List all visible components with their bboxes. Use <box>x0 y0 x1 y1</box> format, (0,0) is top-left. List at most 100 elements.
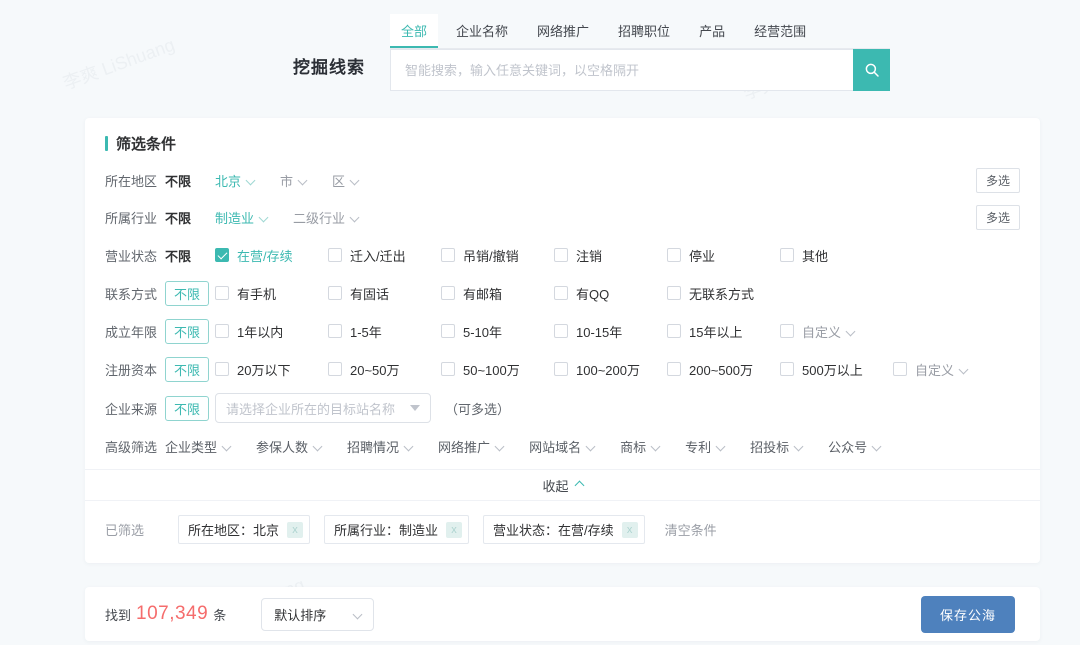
checkbox-option[interactable]: 100~200万 <box>554 360 667 379</box>
advanced-filter-dropdown[interactable]: 企业类型 <box>165 437 230 456</box>
checkbox[interactable] <box>780 324 794 338</box>
checkbox[interactable] <box>893 362 907 376</box>
unlimited-option[interactable]: 不限 <box>165 319 209 344</box>
checkbox[interactable] <box>328 248 342 262</box>
checkbox-option[interactable]: 1年以内 <box>215 322 328 341</box>
industry-multi-select-button[interactable]: 多选 <box>976 205 1020 230</box>
search-tab[interactable]: 全部 <box>390 14 438 48</box>
unlimited-option[interactable]: 不限 <box>165 174 191 189</box>
filter-tag: 营业状态：在营/存续 x <box>483 515 645 544</box>
chevron-down-icon <box>313 442 323 452</box>
checkbox[interactable] <box>215 362 229 376</box>
header: 挖掘线索 全部 企业名称 网络推广 招聘职位 产品 经营范围 <box>0 0 1080 104</box>
checkbox[interactable] <box>441 362 455 376</box>
checkbox-option[interactable]: 无联系方式 <box>667 284 780 303</box>
checkbox-option[interactable]: 在营/存续 <box>215 246 328 265</box>
unlimited-option[interactable]: 不限 <box>165 249 191 264</box>
checkbox-option[interactable]: 吊销/撤销 <box>441 246 554 265</box>
advanced-filter-dropdown[interactable]: 参保人数 <box>256 437 321 456</box>
status-options: 在营/存续 迁入/迁出 吊销/撤销 注销 <box>215 246 893 265</box>
search-button[interactable] <box>853 49 890 91</box>
checkbox[interactable] <box>780 362 794 376</box>
advanced-filter-dropdown[interactable]: 公众号 <box>828 437 880 456</box>
region-multi-select-button[interactable]: 多选 <box>976 168 1020 193</box>
save-to-pool-button[interactable]: 保存公海 <box>921 596 1015 633</box>
remove-tag-icon[interactable]: x <box>622 522 638 538</box>
checkbox[interactable] <box>441 286 455 300</box>
advanced-filter-dropdown[interactable]: 网站域名 <box>529 437 594 456</box>
remove-tag-icon[interactable]: x <box>446 522 462 538</box>
region-dropdown[interactable]: 市 <box>280 171 306 190</box>
region-dropdown[interactable]: 北京 <box>215 171 254 190</box>
checkbox[interactable] <box>441 248 455 262</box>
search-tab[interactable]: 招聘职位 <box>607 14 681 48</box>
advanced-filter-dropdown[interactable]: 商标 <box>620 437 659 456</box>
checkbox[interactable] <box>215 248 229 262</box>
checkbox-option[interactable]: 自定义 <box>780 322 893 341</box>
search-tab[interactable]: 企业名称 <box>445 14 519 48</box>
checkbox-option[interactable]: 500万以上 <box>780 360 893 379</box>
advanced-filter-dropdown[interactable]: 招投标 <box>750 437 802 456</box>
unlimited-option[interactable]: 不限 <box>165 357 209 382</box>
checkbox-option[interactable]: 停业 <box>667 246 780 265</box>
unlimited-option[interactable]: 不限 <box>165 396 209 421</box>
checkbox[interactable] <box>554 324 568 338</box>
advanced-filter-dropdown[interactable]: 网络推广 <box>438 437 503 456</box>
contact-options: 有手机 有固话 有邮箱 有QQ <box>215 284 780 303</box>
industry-dropdown[interactable]: 制造业 <box>215 208 267 227</box>
checkbox[interactable] <box>554 362 568 376</box>
checkbox[interactable] <box>554 248 568 262</box>
checkbox-option[interactable]: 5-10年 <box>441 322 554 341</box>
checkbox[interactable] <box>667 286 681 300</box>
industry-dropdown[interactable]: 二级行业 <box>293 208 358 227</box>
checkbox-option[interactable]: 10-15年 <box>554 322 667 341</box>
search-tabs: 全部 企业名称 网络推广 招聘职位 产品 经营范围 <box>390 14 890 49</box>
checkbox-option[interactable]: 50~100万 <box>441 360 554 379</box>
source-site-select[interactable]: 请选择企业所在的目标站名称 <box>215 393 431 423</box>
checkbox[interactable] <box>328 362 342 376</box>
checkbox-option[interactable]: 有QQ <box>554 284 667 303</box>
checkbox[interactable] <box>667 248 681 262</box>
checkbox-option[interactable]: 200~500万 <box>667 360 780 379</box>
row-label: 营业状态 <box>105 246 165 265</box>
region-dropdown[interactable]: 区 <box>332 171 358 190</box>
checkbox[interactable] <box>554 286 568 300</box>
checkbox-option[interactable]: 迁入/迁出 <box>328 246 441 265</box>
search-tab[interactable]: 产品 <box>688 14 736 48</box>
remove-tag-icon[interactable]: x <box>287 522 303 538</box>
checkbox-option[interactable]: 有邮箱 <box>441 284 554 303</box>
filter-tag: 所属行业：制造业 x <box>324 515 469 544</box>
unlimited-option[interactable]: 不限 <box>165 281 209 306</box>
checkbox[interactable] <box>441 324 455 338</box>
collapse-toggle[interactable]: 收起 <box>85 469 1040 501</box>
advanced-filter-dropdown[interactable]: 专利 <box>685 437 724 456</box>
checkbox-option[interactable]: 有固话 <box>328 284 441 303</box>
advanced-filter-dropdown[interactable]: 招聘情况 <box>347 437 412 456</box>
checkbox[interactable] <box>328 324 342 338</box>
checkbox-option[interactable]: 其他 <box>780 246 893 265</box>
checkbox-option[interactable]: 自定义 <box>893 360 1006 379</box>
region-selects: 北京 市 区 <box>215 171 384 190</box>
sort-select[interactable]: 默认排序 <box>261 598 374 631</box>
unlimited-option[interactable]: 不限 <box>165 211 191 226</box>
checkbox-option[interactable]: 1-5年 <box>328 322 441 341</box>
filter-row-status: 营业状态 不限 在营/存续 迁入/迁出 吊销/撤销 <box>105 236 1020 274</box>
search-tab[interactable]: 经营范围 <box>743 14 817 48</box>
checkbox[interactable] <box>780 248 794 262</box>
checkbox-option[interactable]: 有手机 <box>215 284 328 303</box>
checkbox[interactable] <box>215 286 229 300</box>
search-tab[interactable]: 网络推广 <box>526 14 600 48</box>
checkbox-option[interactable]: 20万以下 <box>215 360 328 379</box>
search-input[interactable] <box>390 49 853 91</box>
selected-filter-tags: 所在地区：北京 x 所属行业：制造业 x 营业状态：在营/存续 x <box>178 515 659 544</box>
checkbox[interactable] <box>328 286 342 300</box>
checkbox-option[interactable]: 20~50万 <box>328 360 441 379</box>
checkbox-option[interactable]: 15年以上 <box>667 322 780 341</box>
checkbox[interactable] <box>215 324 229 338</box>
filter-panel: 筛选条件 所在地区 不限 北京 市 区 多选 所属行业 不限 制造业 二级行业 … <box>85 118 1040 563</box>
selected-filters-row: 已筛选 所在地区：北京 x 所属行业：制造业 x 营业状态：在营/存续 x 清空… <box>105 501 1020 544</box>
checkbox-option[interactable]: 注销 <box>554 246 667 265</box>
checkbox[interactable] <box>667 324 681 338</box>
checkbox[interactable] <box>667 362 681 376</box>
clear-filters-link[interactable]: 清空条件 <box>665 520 717 539</box>
